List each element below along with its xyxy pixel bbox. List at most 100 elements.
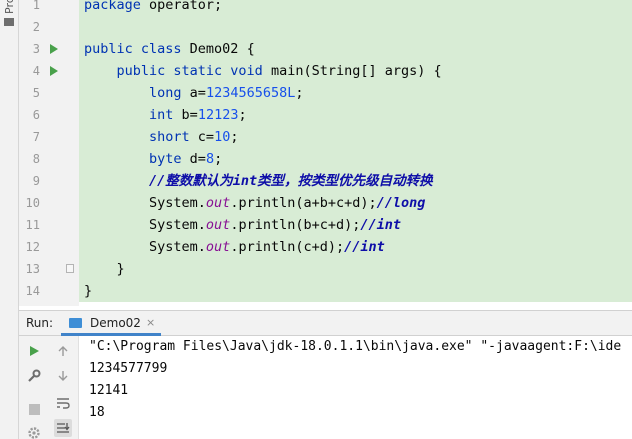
code-line[interactable]: 5 long a=1234565658L;	[19, 82, 632, 104]
code-token: int	[84, 107, 182, 123]
line-number: 5	[32, 86, 40, 100]
code-text: System.out.println(a+b+c+d);//long	[84, 192, 425, 214]
code-line[interactable]: 13 }	[19, 258, 632, 280]
code-line[interactable]: 14}	[19, 280, 632, 302]
code-token: 12123	[197, 107, 239, 123]
code-text: }	[84, 258, 125, 280]
code-text: System.out.println(c+d);//int	[84, 236, 385, 258]
code-token: out	[205, 239, 231, 255]
line-number: 9	[32, 174, 40, 188]
code-token: long	[84, 85, 190, 101]
project-tool-tab[interactable]: Project	[0, 0, 19, 30]
code-text: int b=12123;	[84, 104, 247, 126]
code-text: public static void main(String[] args) {	[84, 60, 442, 82]
code-token: byte	[84, 151, 190, 167]
code-token: System.	[84, 239, 206, 255]
fold-icon[interactable]	[66, 264, 74, 273]
folder-icon	[4, 18, 14, 26]
code-text: long a=1234565658L;	[84, 82, 303, 104]
console-line: 18	[89, 405, 105, 420]
console-output[interactable]: "C:\Program Files\Java\jdk-18.0.1.1\bin\…	[80, 336, 632, 439]
tab-demo02[interactable]: Demo02 ×	[61, 311, 161, 336]
code-token: //整数默认为int类型，按类型优先级自动转换	[84, 173, 433, 189]
code-token: //int	[344, 239, 385, 255]
code-token: 10	[214, 129, 231, 145]
line-number: 7	[32, 130, 40, 144]
line-number: 8	[32, 152, 40, 166]
code-token: 1234565658L	[205, 85, 296, 101]
arrow-down-icon[interactable]	[54, 367, 72, 385]
line-number: 2	[32, 20, 40, 34]
code-token: ;	[230, 129, 239, 145]
code-token: ;	[295, 85, 304, 101]
code-text: short c=10;	[84, 126, 238, 148]
console-line: 1234577799	[89, 361, 168, 376]
code-token: .println(c+d);	[230, 239, 345, 255]
code-text: //整数默认为int类型，按类型优先级自动转换	[84, 170, 433, 192]
code-text: public class Demo02 {	[84, 38, 255, 60]
code-token: main(String[] args) {	[270, 63, 442, 79]
run-toolbar	[19, 336, 79, 439]
code-token: }	[84, 261, 125, 277]
code-text: package operator;	[84, 0, 222, 16]
code-line[interactable]: 12 System.out.println(c+d);//int	[19, 236, 632, 258]
code-token: 8	[205, 151, 215, 167]
code-line[interactable]: 1 package operator;	[19, 0, 632, 16]
code-token: operator;	[149, 0, 223, 13]
code-line[interactable]: 9 //整数默认为int类型，按类型优先级自动转换	[19, 170, 632, 192]
line-number: 14	[25, 284, 40, 298]
line-number: 6	[32, 108, 40, 122]
line-number: 3	[32, 42, 40, 56]
line-number: 12	[25, 240, 40, 254]
line-number: 10	[25, 196, 40, 210]
code-token: ;	[214, 151, 223, 167]
code-line[interactable]: 3 public class Demo02 {	[19, 38, 632, 60]
soft-wrap-icon[interactable]	[54, 394, 72, 412]
code-token: a=	[189, 85, 206, 101]
code-line[interactable]: 7 short c=10;	[19, 126, 632, 148]
line-number: 4	[32, 64, 40, 78]
code-token: public class	[84, 41, 190, 57]
code-editor[interactable]: 1 package operator; 2 3 public class Demo02 …	[19, 0, 632, 306]
run-gutter-icon[interactable]	[50, 66, 58, 76]
code-line[interactable]: 4 public static void main(String[] args)…	[19, 60, 632, 82]
run-gutter-icon[interactable]	[50, 44, 58, 54]
code-token: c=	[197, 129, 215, 145]
project-tab-label: Project	[3, 0, 16, 14]
left-tool-strip: Project	[0, 0, 19, 439]
gear-icon[interactable]	[25, 424, 43, 439]
arrow-up-icon[interactable]	[54, 342, 72, 360]
wrench-icon[interactable]	[25, 367, 43, 385]
code-token: //long	[376, 195, 426, 211]
code-token: //int	[360, 217, 401, 233]
line-number: 1	[32, 0, 40, 12]
run-panel-label: Run:	[26, 316, 54, 330]
code-line[interactable]: 6 int b=12123;	[19, 104, 632, 126]
code-line[interactable]: 11 System.out.println(b+c+d);//int	[19, 214, 632, 236]
tab-demo02-label: Demo02	[90, 316, 141, 330]
code-token: d=	[189, 151, 206, 167]
stop-icon[interactable]	[25, 400, 43, 418]
run-panel-header: Run: Demo02 ×	[19, 310, 632, 336]
code-token: System.	[84, 195, 206, 211]
code-token: System.	[84, 217, 206, 233]
code-token: package	[84, 0, 150, 13]
line-number: 11	[25, 218, 40, 232]
code-line[interactable]: 2	[19, 16, 632, 38]
close-icon[interactable]: ×	[146, 316, 155, 329]
code-token: .println(a+b+c+d);	[230, 195, 377, 211]
code-token: Demo02 {	[189, 41, 255, 57]
code-line[interactable]: 10 System.out.println(a+b+c+d);//long	[19, 192, 632, 214]
code-line[interactable]: 8 byte d=8;	[19, 148, 632, 170]
rerun-icon[interactable]	[25, 342, 43, 360]
code-token: }	[84, 283, 93, 299]
code-token: .println(b+c+d);	[230, 217, 361, 233]
code-text: System.out.println(b+c+d);//int	[84, 214, 401, 236]
code-token: out	[205, 217, 231, 233]
run-config-icon	[69, 318, 82, 328]
scroll-to-end-icon[interactable]	[54, 419, 72, 437]
code-token: short	[84, 129, 198, 145]
code-token: b=	[181, 107, 198, 123]
code-text: byte d=8;	[84, 148, 222, 170]
line-number: 13	[25, 262, 40, 276]
